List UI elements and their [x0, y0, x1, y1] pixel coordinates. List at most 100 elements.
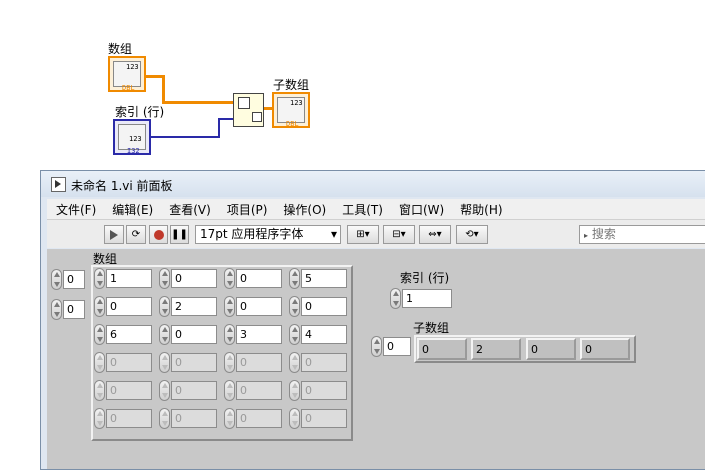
run-arrow-icon — [110, 230, 118, 240]
array-element-spinner[interactable] — [159, 380, 170, 401]
menu-bar: 文件(F) 编辑(E) 查看(V) 项目(P) 操作(O) 工具(T) 窗口(W) 帮助(H) — [47, 199, 705, 220]
array-element-spinner[interactable] — [289, 324, 300, 345]
array-element-input[interactable]: 0 — [171, 269, 217, 288]
align-icon: ⊞▾ — [356, 229, 370, 240]
align-objects-button[interactable]: ⊞▾ — [347, 225, 379, 244]
array-element-input[interactable]: 0 — [106, 409, 152, 428]
array-element-spinner[interactable] — [289, 352, 300, 373]
array-element-input[interactable]: 0 — [301, 381, 347, 400]
window-title: 未命名 1.vi 前面板 — [71, 179, 173, 193]
index-wire[interactable] — [218, 118, 234, 120]
index-spinner[interactable] — [390, 288, 401, 309]
toolbar: ⟳ ❚❚ 17pt 应用程序字体 ▾ ⊞▾ ⊟▾ ⇔▾ ⟲▾ ▸ 搜索 — [47, 220, 705, 248]
subarray-indicator-terminal[interactable]: 123 DBL — [272, 92, 310, 128]
array-element-input[interactable]: 0 — [236, 297, 282, 316]
abort-button[interactable] — [149, 225, 168, 244]
array-row-index-input[interactable]: 0 — [63, 270, 85, 289]
menu-file[interactable]: 文件(F) — [47, 199, 103, 218]
array-control-terminal[interactable]: 123 DBL — [108, 56, 146, 92]
array-row-index-spinner[interactable] — [51, 269, 62, 290]
array-wire[interactable] — [162, 101, 234, 104]
array-element-spinner[interactable] — [94, 324, 105, 345]
subarray-index-input[interactable]: 0 — [383, 337, 411, 356]
array-element-input[interactable]: 0 — [236, 409, 282, 428]
array-element-input[interactable]: 0 — [236, 381, 282, 400]
menu-tools[interactable]: 工具(T) — [333, 199, 390, 218]
array-element-spinner[interactable] — [289, 268, 300, 289]
array-element-input[interactable]: 3 — [236, 325, 282, 344]
run-continuously-button[interactable]: ⟳ — [126, 225, 146, 244]
array-element-spinner[interactable] — [159, 408, 170, 429]
array-element-input[interactable]: 0 — [171, 381, 217, 400]
menu-window[interactable]: 窗口(W) — [390, 199, 451, 218]
array-element-input[interactable]: 0 — [106, 353, 152, 372]
menu-operate[interactable]: 操作(O) — [274, 199, 333, 218]
resize-objects-button[interactable]: ⇔▾ — [419, 225, 451, 244]
array-col-index-spinner[interactable] — [51, 299, 62, 320]
array-element-input[interactable]: 0 — [236, 269, 282, 288]
array-element-spinner[interactable] — [159, 324, 170, 345]
array-element-input[interactable]: 1 — [106, 269, 152, 288]
menu-edit[interactable]: 编辑(E) — [103, 199, 160, 218]
search-triangle-icon: ▸ — [584, 231, 589, 240]
array-element-input[interactable]: 4 — [301, 325, 347, 344]
array-element-input[interactable]: 0 — [106, 381, 152, 400]
array-element-spinner[interactable] — [159, 352, 170, 373]
array-element-input[interactable]: 0 — [171, 409, 217, 428]
reorder-button[interactable]: ⟲▾ — [456, 225, 488, 244]
array-element-spinner[interactable] — [289, 408, 300, 429]
array-element-input[interactable]: 0 — [301, 353, 347, 372]
menu-project[interactable]: 项目(P) — [218, 199, 275, 218]
array-element-spinner[interactable] — [94, 352, 105, 373]
array-element-input[interactable]: 6 — [106, 325, 152, 344]
subarray-element: 0 — [580, 338, 630, 360]
array-element-input[interactable]: 0 — [236, 353, 282, 372]
array-element-spinner[interactable] — [224, 296, 235, 317]
run-button[interactable] — [104, 225, 124, 244]
index-input[interactable]: 1 — [402, 289, 452, 308]
array-wire[interactable] — [162, 75, 165, 103]
array-element-input[interactable]: 0 — [106, 297, 152, 316]
array-element-input[interactable]: 2 — [171, 297, 217, 316]
menu-help[interactable]: 帮助(H) — [451, 199, 509, 218]
array-element-spinner[interactable] — [159, 268, 170, 289]
distribute-objects-button[interactable]: ⊟▾ — [383, 225, 415, 244]
array-element-spinner[interactable] — [159, 296, 170, 317]
array-element-spinner[interactable] — [94, 268, 105, 289]
array-element-spinner[interactable] — [289, 380, 300, 401]
array-element-input[interactable]: 0 — [171, 353, 217, 372]
chevron-down-icon: ▾ — [330, 227, 337, 241]
array-element-input[interactable]: 5 — [301, 269, 347, 288]
subarray-element: 0 — [526, 338, 576, 360]
array-element-spinner[interactable] — [224, 268, 235, 289]
array-element-spinner[interactable] — [224, 352, 235, 373]
font-select[interactable]: 17pt 应用程序字体 ▾ — [195, 225, 341, 244]
array-element-spinner[interactable] — [94, 296, 105, 317]
array-col-index-input[interactable]: 0 — [63, 300, 85, 319]
window-titlebar[interactable]: 未命名 1.vi 前面板 — [41, 171, 705, 197]
array-element-spinner[interactable] — [289, 296, 300, 317]
index-wire[interactable] — [151, 136, 219, 138]
array-element-input[interactable]: 0 — [171, 325, 217, 344]
index-control-terminal[interactable]: 123 I32 — [113, 119, 151, 155]
array-element-spinner[interactable] — [224, 324, 235, 345]
search-box[interactable]: ▸ 搜索 — [579, 225, 705, 244]
pause-button[interactable]: ❚❚ — [170, 225, 189, 244]
array-element-input[interactable]: 0 — [301, 409, 347, 428]
subarray-element: 0 — [417, 338, 467, 360]
array-element-spinner[interactable] — [224, 408, 235, 429]
reorder-icon: ⟲▾ — [465, 229, 479, 240]
array-element-input[interactable]: 0 — [301, 297, 347, 316]
subarray-element: 2 — [471, 338, 521, 360]
subarray-dtype-label: DBL — [286, 120, 299, 128]
index-array-node[interactable] — [233, 93, 264, 127]
array-element-spinner[interactable] — [224, 380, 235, 401]
index-wire[interactable] — [218, 118, 220, 138]
array-element-spinner[interactable] — [94, 380, 105, 401]
array-element-spinner[interactable] — [94, 408, 105, 429]
subarray-index-spinner[interactable] — [371, 336, 382, 357]
array-dtype-label: DBL — [122, 84, 135, 92]
subarray-type-label: 123 — [290, 99, 303, 107]
index-dtype-label: I32 — [127, 147, 140, 155]
menu-view[interactable]: 查看(V) — [160, 199, 218, 218]
